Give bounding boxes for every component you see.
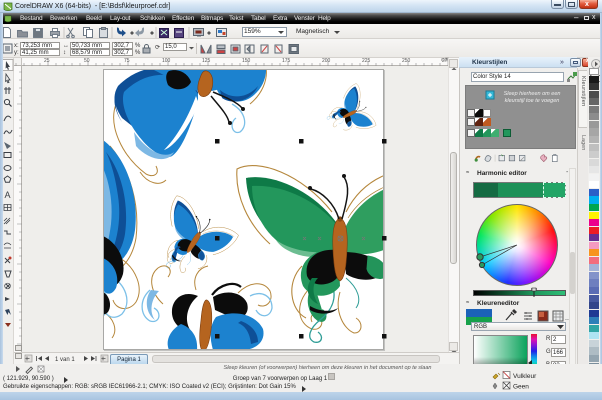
svg-text:Vulkleur: Vulkleur (513, 373, 537, 380)
svg-text:100: 100 (162, 58, 171, 64)
svg-text:1 van 1: 1 van 1 (55, 357, 75, 363)
svg-text:225: 225 (362, 58, 371, 64)
svg-text:75: 75 (124, 58, 130, 64)
svg-text:150: 150 (242, 58, 251, 64)
svg-text:A: A (5, 190, 11, 200)
svg-text:175: 175 (282, 58, 291, 64)
svg-text:250: 250 (402, 58, 411, 64)
svg-text:50: 50 (84, 58, 90, 64)
svg-text:Geen: Geen (513, 384, 529, 391)
svg-text:25: 25 (44, 58, 50, 64)
svg-text:125: 125 (202, 58, 211, 64)
svg-text:200: 200 (322, 58, 331, 64)
